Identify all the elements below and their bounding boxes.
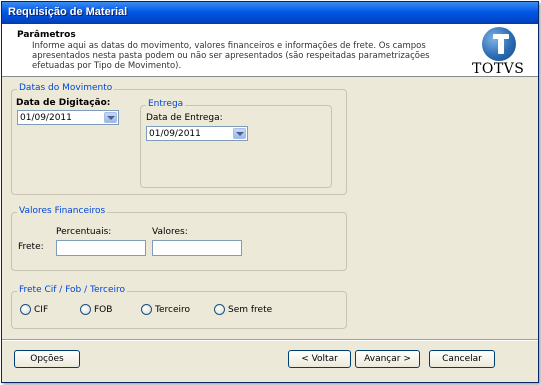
percentuais-label: Percentuais: (56, 227, 112, 237)
page-title: Parâmetros (17, 30, 76, 40)
wizard-window: Requisição de Material Parâmetros Inform… (1, 1, 539, 383)
percentuais-input[interactable] (56, 240, 146, 256)
frete-legend: Frete Cif / Fob / Terceiro (17, 285, 128, 295)
datas-group: Datas do Movimento Data de Digitação: 01… (11, 83, 347, 195)
divider (2, 339, 538, 341)
totvs-logo-icon (482, 27, 516, 61)
opcoes-button[interactable]: Opções (14, 350, 80, 368)
avancar-button[interactable]: Avançar > (355, 350, 420, 368)
cancelar-button[interactable]: Cancelar (429, 350, 495, 368)
window-title: Requisição de Material (8, 6, 128, 18)
frete-group: Frete Cif / Fob / Terceiro CIF FOB Terce… (11, 285, 347, 329)
radio-cif-label: CIF (34, 305, 49, 315)
radio-terceiro[interactable] (141, 304, 152, 315)
wizard-header: Parâmetros Informe aqui as datas do movi… (2, 24, 538, 77)
radio-fob[interactable] (80, 304, 91, 315)
digitacao-date-value: 01/09/2011 (20, 113, 72, 123)
page-description: Informe aqui as datas do movimento, valo… (32, 41, 430, 71)
radio-cif[interactable] (20, 304, 31, 315)
entrega-date-combo[interactable]: 01/09/2011 (146, 126, 248, 141)
radio-fob-label: FOB (94, 305, 113, 315)
voltar-button[interactable]: < Voltar (288, 350, 351, 368)
financeiros-group: Valores Financeiros Percentuais: Valores… (11, 206, 347, 271)
radio-sem-frete-label: Sem frete (228, 305, 273, 315)
frete-label: Frete: (18, 242, 44, 252)
radio-terceiro-label: Terceiro (155, 305, 191, 315)
title-bar[interactable]: Requisição de Material (2, 2, 538, 24)
valores-label: Valores: (152, 227, 188, 237)
financeiros-legend: Valores Financeiros (17, 206, 108, 216)
entrega-label: Data de Entrega: (146, 113, 223, 123)
entrega-legend: Entrega (146, 99, 186, 109)
logo-text: TOTVS (472, 61, 525, 77)
chevron-down-icon[interactable] (233, 128, 246, 139)
entrega-date-value: 01/09/2011 (149, 129, 201, 139)
datas-legend: Datas do Movimento (17, 83, 115, 93)
radio-sem-frete[interactable] (214, 304, 225, 315)
chevron-down-icon[interactable] (104, 112, 117, 123)
digitacao-date-combo[interactable]: 01/09/2011 (17, 110, 119, 125)
digitacao-label: Data de Digitação: (16, 98, 111, 108)
valores-input[interactable] (152, 240, 242, 256)
entrega-group: Entrega Data de Entrega: 01/09/2011 (140, 99, 332, 188)
